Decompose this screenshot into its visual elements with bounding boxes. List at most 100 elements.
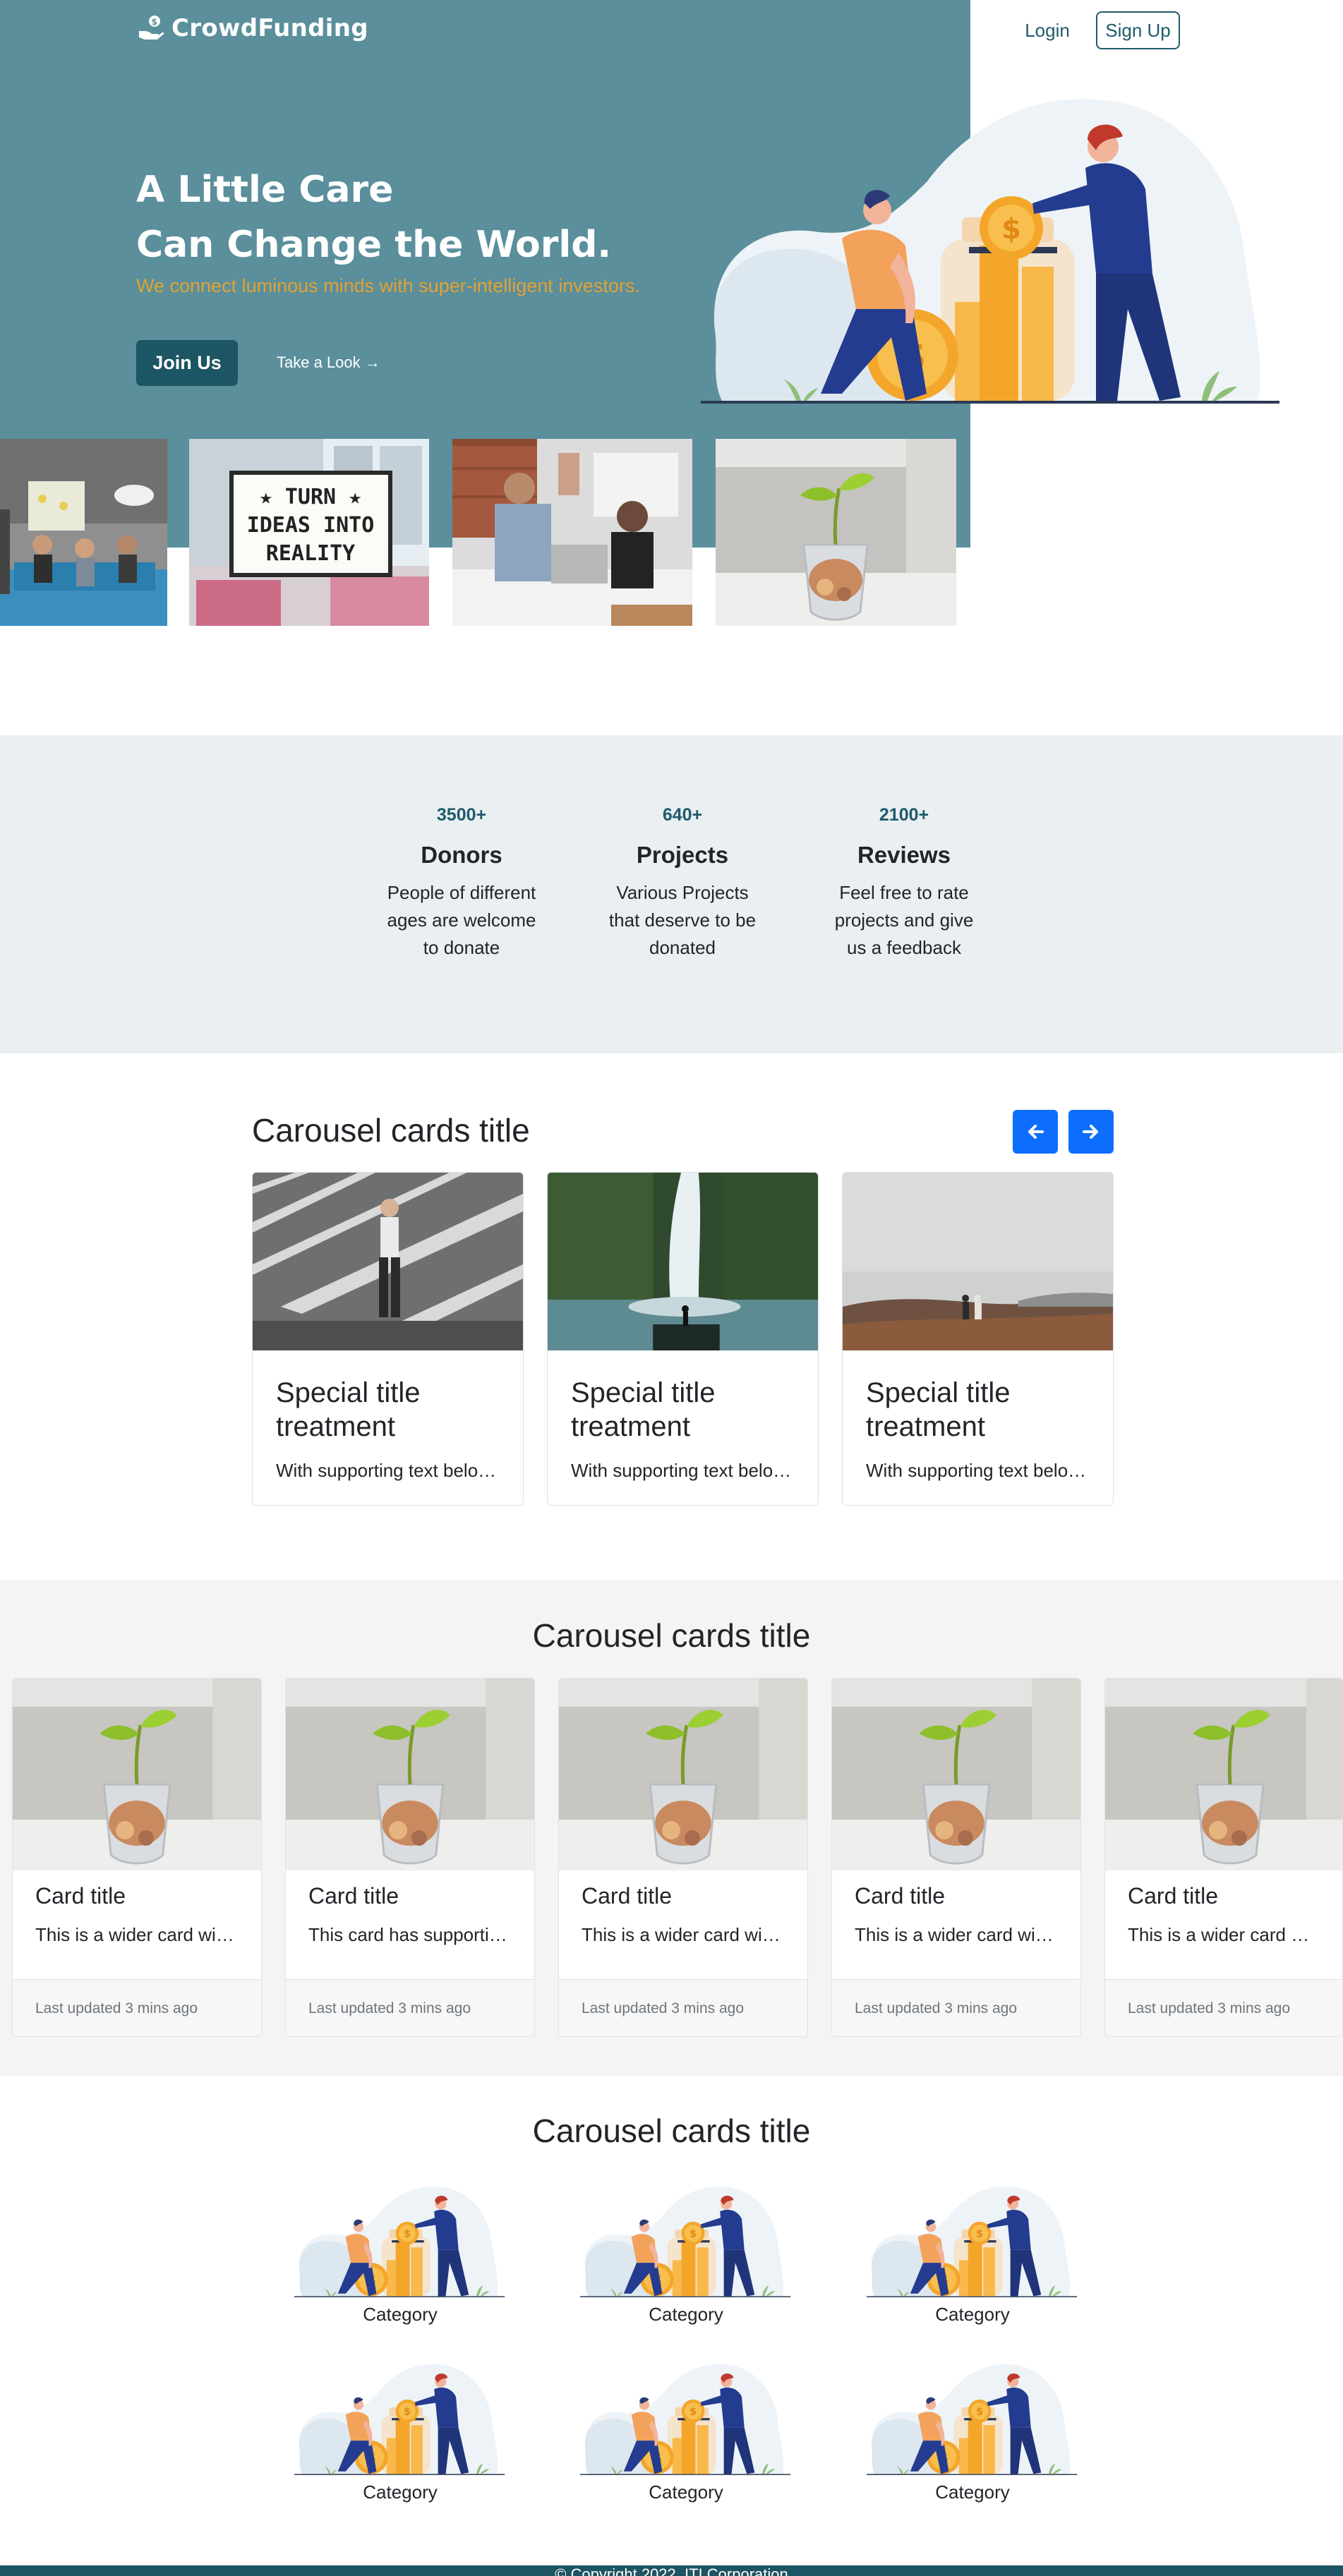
category-item[interactable]: Category <box>867 2186 1078 2326</box>
card-footer: Last updated 3 mins ago <box>559 1979 807 2036</box>
card-text: With supporting text below as a natural … <box>866 1460 1090 1481</box>
hero-title-line-2: Can Change the World. <box>136 224 612 266</box>
signup-button[interactable]: Sign Up <box>1096 11 1180 49</box>
card-footer: Last updated 3 mins ago <box>832 1979 1080 2036</box>
waterfall-photo <box>548 1173 818 1350</box>
card-title-line: treatment <box>866 1411 985 1442</box>
plant-in-coin-jar-photo <box>13 1679 261 1870</box>
hero-title: A Little Care Can Change the World. <box>136 162 611 272</box>
wide-card[interactable]: Card title This is a wider card with sup… <box>558 1678 808 2037</box>
stat-reviews: 2100+ Reviews Feel free to rate projects… <box>823 804 985 962</box>
stat-description: Feel free to rate projects and give us a… <box>823 879 985 962</box>
plant-in-coin-jar-photo <box>559 1679 807 1870</box>
hero-subtitle: We connect luminous minds with super-int… <box>136 275 640 296</box>
donation-illustration <box>580 2186 792 2299</box>
stats-section: 3500+ Donors People of different ages ar… <box>0 735 1343 1053</box>
turn-ideas-into-reality-photo: ★ TURN ★ IDEAS INTO REALITY <box>189 439 429 626</box>
stat-donors: 3500+ Donors People of different ages ar… <box>380 804 543 962</box>
card-text: With supporting text below as a natural … <box>276 1460 500 1481</box>
stat-desc-line: us a feedback <box>847 937 961 958</box>
high-five-office-photo <box>452 439 692 626</box>
card-title-line: Special title <box>276 1377 421 1408</box>
woman-by-shutters-photo <box>253 1173 523 1350</box>
take-a-look-link[interactable]: Take a Look → <box>277 350 380 375</box>
card-text: This is a wider card with supporting tex… <box>35 1924 239 1945</box>
card-title: Card title <box>855 1886 946 1906</box>
carousel-2-title: Carousel cards title <box>532 1617 811 1654</box>
stat-number: 3500+ <box>436 805 487 825</box>
stat-desc-line: People of different <box>387 882 536 903</box>
donation-illustration <box>580 2364 792 2477</box>
join-us-button[interactable]: Join Us <box>136 340 238 386</box>
login-link[interactable]: Login <box>1013 16 1081 45</box>
categories-title: Carousel cards title <box>532 2112 811 2149</box>
wide-card[interactable]: Card title This is a wider card with sup… <box>831 1678 1081 2037</box>
wide-card[interactable]: Card title This card has supporting text… <box>285 1678 535 2037</box>
svg-text:$: $ <box>152 17 158 27</box>
card-title-line: Special title <box>571 1377 716 1408</box>
category-item[interactable]: Category <box>294 2364 506 2503</box>
stat-description: People of different ages are welcome to … <box>380 879 543 962</box>
arrow-left-icon <box>1028 1125 1044 1139</box>
stat-description: Various Projects that deserve to be dona… <box>601 879 764 962</box>
copyright-text: © Copyright 2022, ITI Corporation <box>555 2565 788 2576</box>
category-label: Category <box>935 2304 1010 2325</box>
stat-desc-line: that deserve to be <box>608 909 757 931</box>
category-label: Category <box>935 2481 1010 2503</box>
card-footer: Last updated 3 mins ago <box>1105 1979 1342 2036</box>
category-item[interactable]: Category <box>580 2364 792 2503</box>
stat-desc-line: donated <box>649 937 716 958</box>
donation-illustration <box>701 97 1283 408</box>
donation-illustration <box>294 2364 506 2477</box>
plant-in-coin-jar-photo <box>716 439 956 626</box>
category-label: Category <box>363 2304 438 2325</box>
office-meeting-photo <box>0 439 167 626</box>
donation-illustration <box>867 2186 1078 2299</box>
card-title: Special title treatment <box>866 1376 1090 1444</box>
card-title-line: treatment <box>276 1411 395 1442</box>
stat-desc-line: Various Projects <box>616 882 749 903</box>
carousel-card[interactable]: Special title treatment With supporting … <box>842 1172 1114 1506</box>
brand-name: CrowdFunding <box>171 14 368 42</box>
stat-title: Donors <box>421 842 502 868</box>
card-title: Card title <box>35 1886 126 1906</box>
stat-desc-line: ages are welcome <box>387 909 536 931</box>
card-text: This card has supporting text below as a… <box>308 1924 512 1945</box>
card-title-line: Special title <box>866 1377 1011 1408</box>
wide-card[interactable]: Card title This is a wider card with sup… <box>1104 1678 1343 2037</box>
card-title: Special title treatment <box>571 1376 795 1444</box>
category-label: Category <box>649 2481 723 2503</box>
brand-logo[interactable]: $ CrowdFunding <box>136 14 368 42</box>
plant-in-coin-jar-photo <box>1105 1679 1342 1870</box>
svg-text:REALITY: REALITY <box>266 541 355 566</box>
card-footer: Last updated 3 mins ago <box>13 1979 261 2036</box>
arrow-right-icon <box>1083 1125 1098 1139</box>
svg-text:★ TURN ★: ★ TURN ★ <box>260 485 362 509</box>
card-title-line: treatment <box>571 1411 690 1442</box>
category-item[interactable]: Category <box>580 2186 792 2326</box>
category-item[interactable]: Category <box>867 2364 1078 2503</box>
carousel-next-button[interactable] <box>1068 1110 1114 1154</box>
category-label: Category <box>363 2481 438 2503</box>
wide-card[interactable]: Card title This is a wider card with sup… <box>12 1678 262 2037</box>
donation-illustration <box>867 2364 1078 2477</box>
card-footer: Last updated 3 mins ago <box>286 1979 534 2036</box>
stat-number: 640+ <box>662 805 703 825</box>
donation-illustration <box>294 2186 506 2299</box>
carousel-card[interactable]: Special title treatment With supporting … <box>252 1172 524 1506</box>
card-title: Card title <box>1128 1886 1219 1906</box>
stat-projects: 640+ Projects Various Projects that dese… <box>601 804 764 962</box>
card-title: Special title treatment <box>276 1376 500 1444</box>
navbar: $ CrowdFunding Login Sign Up <box>0 0 1343 62</box>
plant-in-coin-jar-photo <box>832 1679 1080 1870</box>
carousel-card[interactable]: Special title treatment With supporting … <box>547 1172 819 1506</box>
category-item[interactable]: Category <box>294 2186 506 2326</box>
footer: © Copyright 2022, ITI Corporation <box>0 2565 1343 2576</box>
hand-coin-icon: $ <box>139 16 164 40</box>
card-title: Card title <box>582 1886 673 1906</box>
card-text: This is a wider card with supporting tex… <box>582 1924 785 1945</box>
stat-number: 2100+ <box>879 805 929 825</box>
card-text: This is a wider card with supporting tex… <box>1128 1924 1320 1945</box>
stat-title: Reviews <box>857 842 951 868</box>
carousel-prev-button[interactable] <box>1013 1110 1058 1154</box>
